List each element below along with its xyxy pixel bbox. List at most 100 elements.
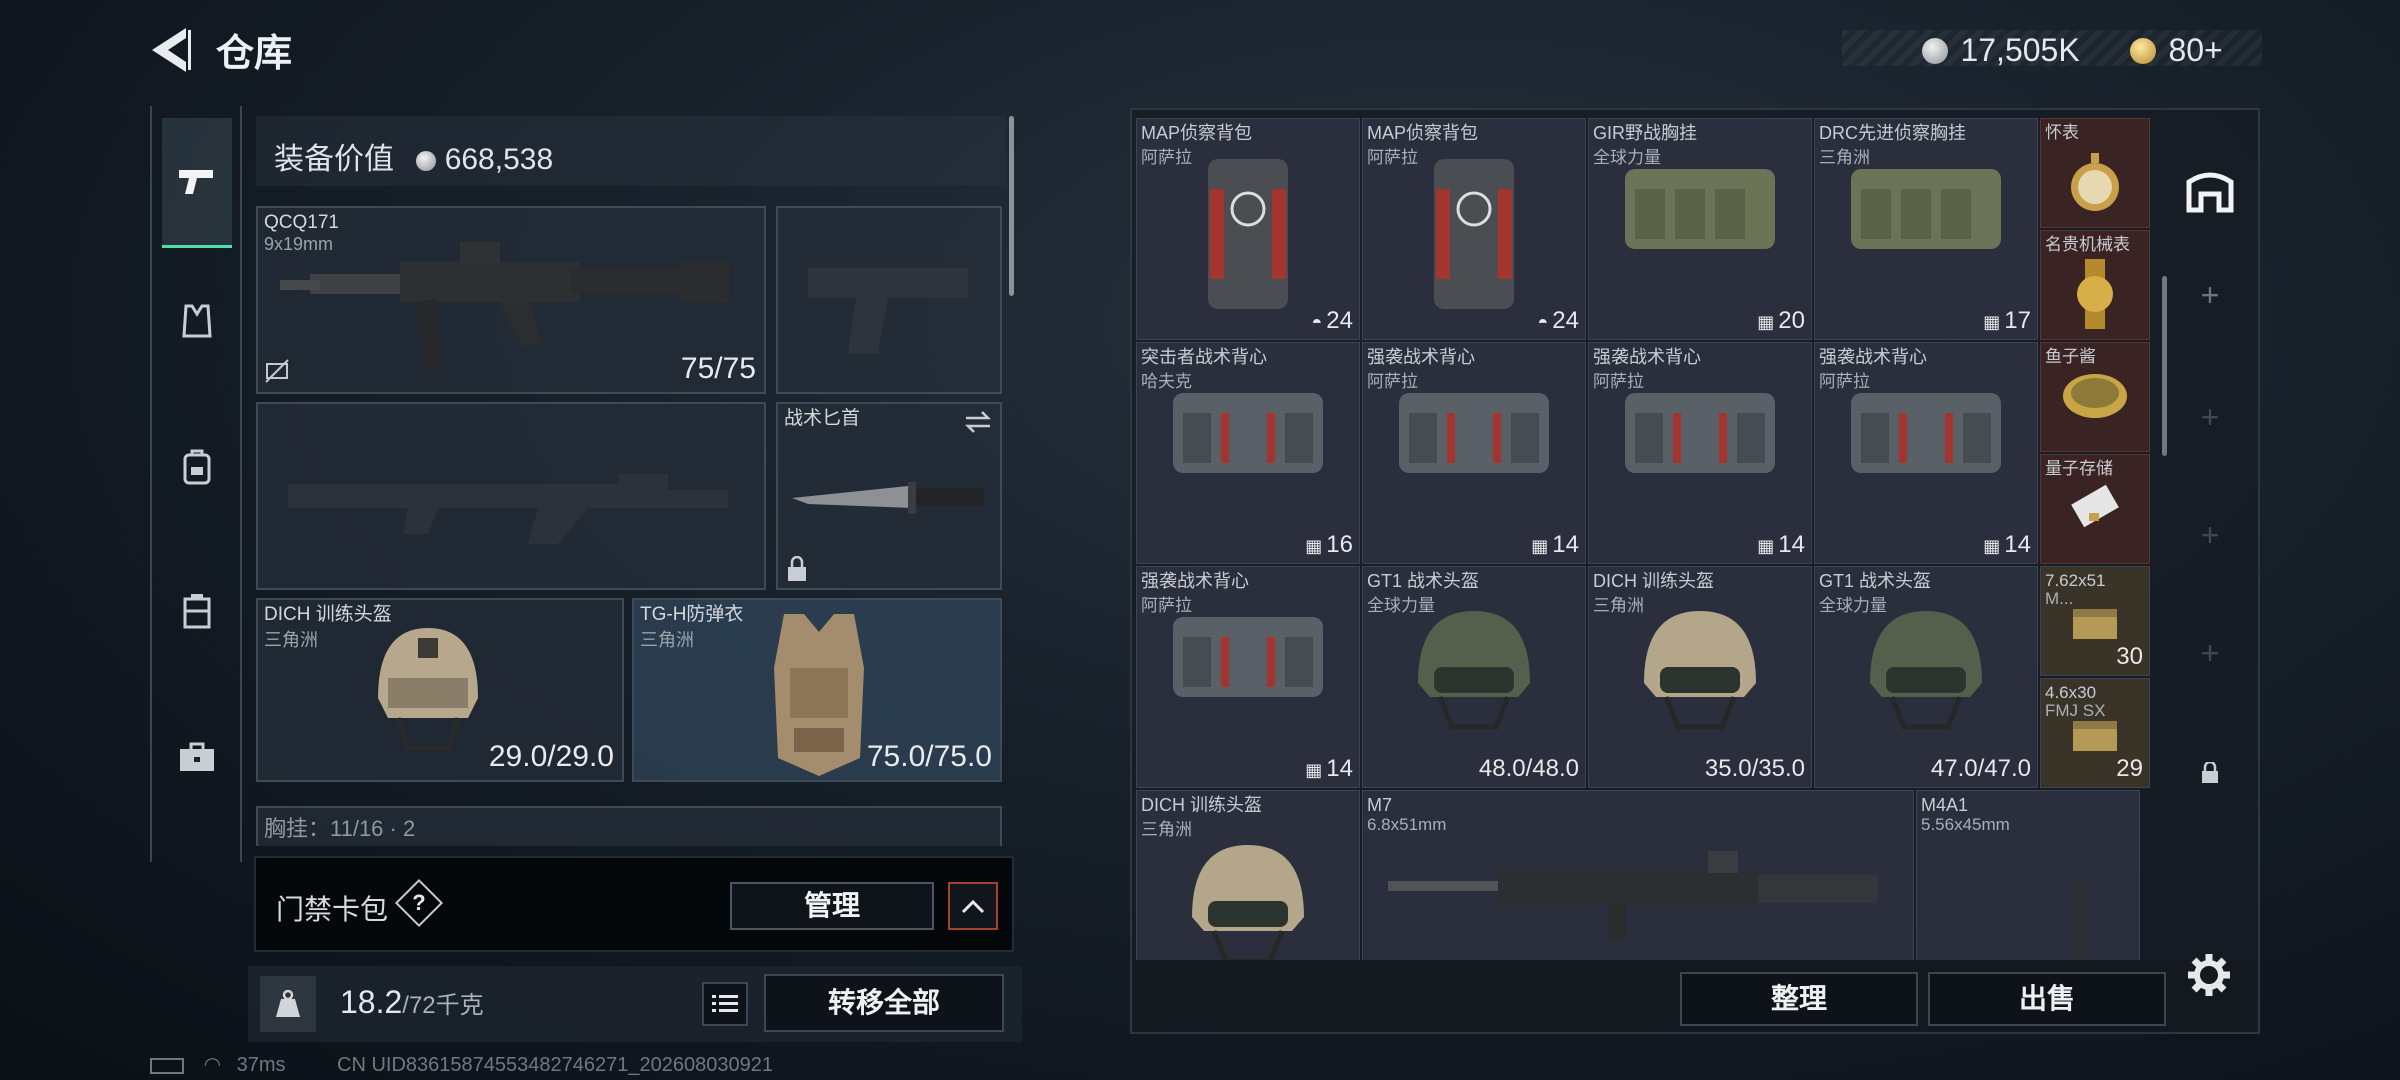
item-count: ▦ 14 [1305,755,1353,782]
secondary-weapon-slot[interactable] [256,402,766,590]
lock-icon [788,556,806,581]
chest-rig-slot[interactable]: 胸挂：11/16 · 2 [256,806,1002,846]
storage-tab-add-2[interactable]: + [2176,362,2244,472]
storage-item[interactable]: 突击者战术背心 哈夫克 ▦ 16 [1136,342,1360,564]
item-art [1815,597,2037,737]
item-name: 强袭战术背心 [1141,571,1249,591]
expand-button[interactable] [948,882,998,930]
item-count: ▦ 14 [1531,531,1579,558]
armor-name: TG-H防弹衣 [640,604,744,625]
loadout-scrollbar[interactable] [1009,116,1014,296]
storage-tab-locked[interactable] [2176,718,2244,828]
side-item-name: 4.6x30 [2045,683,2097,702]
settings-button[interactable] [2186,952,2232,1003]
storage-side-item[interactable]: 名贵机械表 [2040,230,2150,340]
wifi-icon: ◠ [203,1054,222,1076]
storage-item[interactable]: M7 6.8x51mm [1362,790,1914,960]
item-name: DICH 训练头盔 [1593,571,1714,591]
storage-side-item[interactable]: 怀表 [2040,118,2150,228]
list-view-button[interactable] [702,982,748,1026]
storage-item[interactable]: 强袭战术背心 阿萨拉 ▦ 14 [1136,566,1360,788]
item-count: 47.0/47.0 [1930,755,2031,782]
sort-button[interactable]: 整理 [1680,972,1918,1026]
item-name: GT1 战术头盔 [1367,571,1480,591]
pistol-silhouette-icon [808,268,968,353]
side-item-art [2041,371,2149,421]
help-icon[interactable]: ? [394,878,444,928]
storage-item[interactable]: 强袭战术背心 阿萨拉 ▦ 14 [1588,342,1812,564]
item-art [1589,373,1811,483]
storage-side-item[interactable]: 量子存储 [2040,454,2150,564]
item-count: ◓ 24 [1537,307,1579,334]
rifle-image [1388,851,1878,941]
transfer-all-button[interactable]: 转移全部 [764,974,1004,1032]
container-icon [183,594,211,629]
side-item-name: 鱼子酱 [2045,347,2096,366]
rail-item-weapons[interactable] [162,118,232,248]
user-uid: CN UID836158745534827462​71_202608030921 [337,1054,773,1076]
storage-item[interactable]: 强袭战术背心 阿萨拉 ▦ 14 [1814,342,2038,564]
tactical-vest-image [1173,393,1323,473]
storage-item[interactable]: DRC先进侦察胸挂 三角洲 ▦ 17 [1814,118,2038,340]
armor-image [774,614,864,776]
swap-icon[interactable] [964,410,992,434]
rail-item-vest[interactable] [162,256,232,386]
rail-item-briefcase[interactable] [162,692,232,822]
gold-currency[interactable]: 80+ [2168,32,2222,68]
item-count: 35.0/35.0 [1704,755,1805,782]
chest-rig-image [1625,169,1775,249]
tactical-vest-image [1851,393,2001,473]
back-arrow-icon [152,28,191,72]
storage-item[interactable]: GIR野战胸挂 全球力量 ▦ 20 [1588,118,1812,340]
armor-slot[interactable]: TG-H防弹衣 三角洲 75.0/75.0 [632,598,1002,782]
storage-side-item[interactable]: 4.6x30 FMJ SX 29 [2040,678,2150,788]
item-name: 突击者战术背心 [1141,347,1267,367]
storage-item[interactable]: MAP侦察背包 阿萨拉 ◓ 24 [1362,118,1586,340]
storage-tab-add-4[interactable]: + [2176,598,2244,708]
helmet-slot[interactable]: DICH 训练头盔 三角洲 29.0/29.0 [256,598,624,782]
weapon-ammo: 75/75 [680,352,756,385]
helmet-maker: 三角洲 [264,630,318,650]
card-pack-label: 门禁卡包 [276,894,389,925]
storage-side-item[interactable]: 鱼子酱 [2040,342,2150,452]
helmet-durability: 29.0/29.0 [488,740,614,773]
item-name: MAP侦察背包 [1141,123,1253,143]
storage-item[interactable]: DICH 训练头盔 三角洲 [1136,790,1360,960]
equipment-value-panel: 装备价值 668,538 [256,116,1006,186]
storage-scrollbar[interactable] [2162,276,2167,456]
item-art [1917,871,2139,960]
chest-rig-image [1851,169,2001,249]
access-card-pack: 门禁卡包 ? 管理 [254,856,1014,952]
storage-item[interactable]: MAP侦察背包 阿萨拉 ◓ 24 [1136,118,1360,340]
pistol-slot[interactable] [776,206,1002,394]
briefcase-icon [180,742,214,771]
side-item-name: 7.62x51 [2045,571,2106,590]
storage-side-item[interactable]: 7.62x51 M... 30 [2040,566,2150,676]
ammo-box-image [2073,609,2117,639]
back-button[interactable] [148,24,192,76]
vest-small-icon: ▦ [1305,760,1323,780]
primary-weapon-slot[interactable]: QCQ171 9x19mm 75/75 [256,206,766,394]
rail-item-container[interactable] [162,546,232,676]
manage-button[interactable]: 管理 [730,882,934,930]
battery-icon [150,1057,184,1074]
storage-item[interactable]: GT1 战术头盔 全球力量 47.0/47.0 [1814,566,2038,788]
storage-item[interactable]: DICH 训练头盔 三角洲 35.0/35.0 [1588,566,1812,788]
storage-tab-add-1[interactable]: + [2176,240,2244,350]
helmet-image [1192,845,1304,960]
item-count: ▦ 20 [1757,307,1805,334]
rail-item-backpack[interactable] [162,402,232,532]
wristwatch-image [2077,259,2113,329]
rifle-image [2073,881,2085,960]
storage-tab-home[interactable] [2176,136,2244,246]
helmet-small-icon: ◓ [1311,312,1323,332]
knife-slot[interactable]: 战术匕首 [776,402,1002,590]
storage-item[interactable]: 强袭战术背心 阿萨拉 ▦ 14 [1362,342,1586,564]
storage-item[interactable]: GT1 战术头盔 全球力量 48.0/48.0 [1362,566,1586,788]
knife-name: 战术匕首 [784,408,861,429]
storage-tab-add-3[interactable]: + [2176,480,2244,590]
item-art [1815,149,2037,259]
sell-button[interactable]: 出售 [1928,972,2166,1026]
gold-coin-icon [2130,37,2156,64]
storage-item[interactable]: M4A1 5.56x45mm [1916,790,2140,960]
